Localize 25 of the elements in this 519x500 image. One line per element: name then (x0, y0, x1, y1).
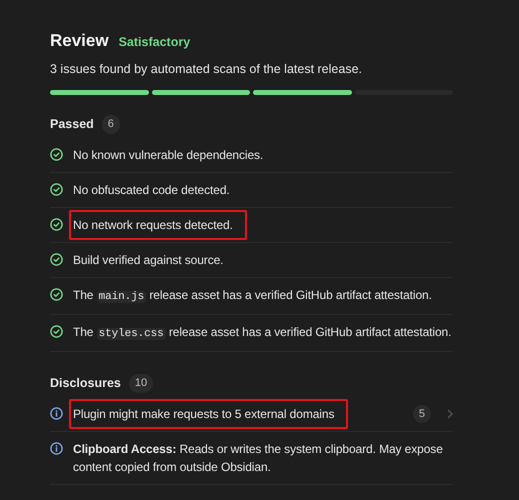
section-title: Disclosures (50, 375, 121, 392)
check-circle-icon (50, 148, 63, 161)
chevron-right-icon[interactable] (447, 408, 453, 419)
check-circle-icon (50, 183, 63, 196)
item-text: No obfuscated code detected. (73, 182, 231, 199)
item-text: Build verified against source. (73, 252, 224, 269)
item-text: No network requests detected. (69, 210, 247, 240)
section-title: Passed (50, 116, 94, 134)
item-text: Plugin might make requests to 5 external domains (69, 398, 348, 429)
info-icon (50, 442, 63, 456)
count-badge: 6 (102, 115, 120, 134)
info-icon (50, 406, 63, 420)
item-text: No known vulnerable dependencies. (73, 147, 264, 164)
item-text: The styles.css release asset has a verified GitHub artifact attestation. (73, 324, 452, 342)
rating-label: Satisfactory (118, 34, 190, 51)
check-circle-icon (50, 288, 63, 301)
summary-text: 3 issues found by automated scans of the latest release. (50, 60, 363, 78)
item-text: The main.js release asset has a verified GitHub artifact attestation. (73, 287, 433, 305)
item-text: Clipboard Access: Reads or writes the system clipboard. May expose content copied from outside Obsidian. (73, 441, 444, 476)
check-circle-icon (50, 325, 63, 338)
check-circle-icon (50, 253, 63, 266)
review-title: Review (50, 30, 109, 52)
count-badge: 10 (128, 374, 154, 393)
check-circle-icon (50, 218, 63, 231)
count-badge: 5 (412, 404, 431, 424)
